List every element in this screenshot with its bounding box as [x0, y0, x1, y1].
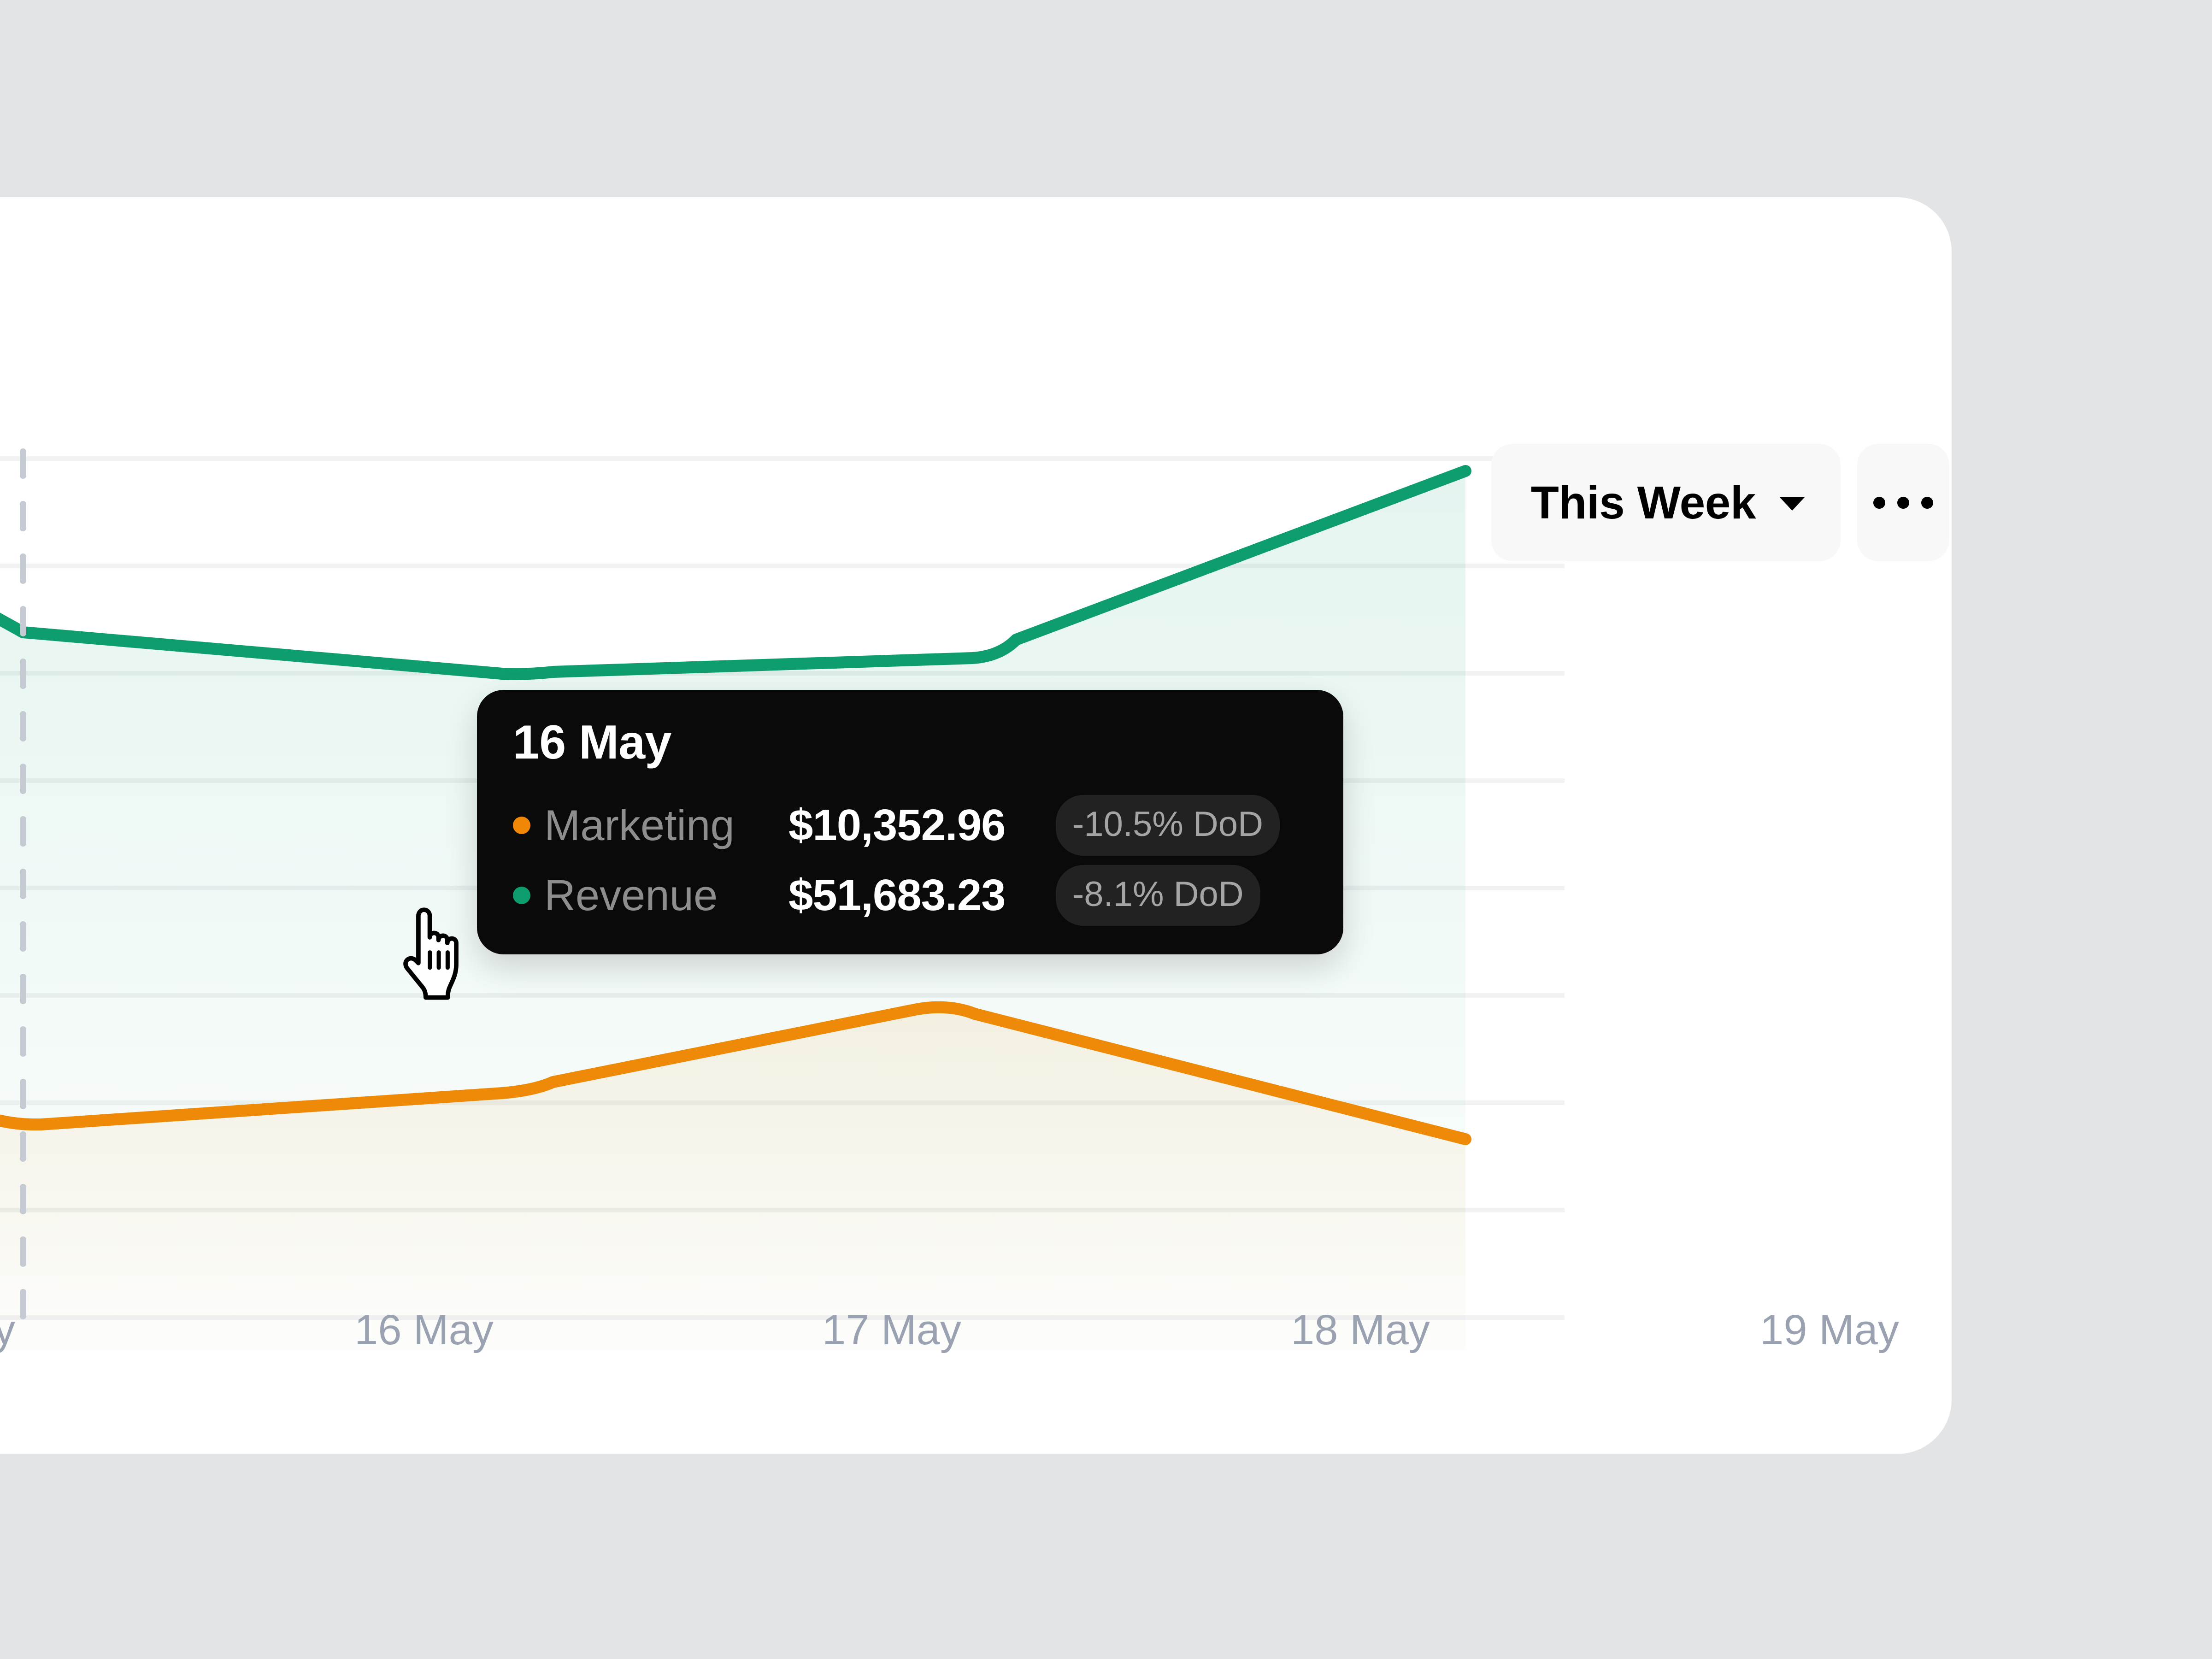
series-dot-revenue	[513, 887, 530, 904]
ellipsis-dot-2	[1897, 496, 1909, 509]
pointing-hand-cursor	[403, 907, 459, 1000]
tooltip-row-revenue: Revenue $51,683.23 -8.1% DoD	[513, 865, 1315, 926]
x-axis-tick-3: 18 May	[1291, 1306, 1430, 1353]
x-axis-tick-1: 16 May	[354, 1306, 494, 1353]
card-header-controls: This Week	[1491, 444, 1949, 561]
ellipsis-dot-3	[1921, 496, 1933, 509]
tooltip-series-value: $51,683.23	[788, 871, 1006, 920]
tooltip-series-value: $10,352.96	[788, 800, 1006, 850]
tooltip-series-name: Revenue	[544, 871, 718, 919]
more-options-button[interactable]	[1857, 444, 1949, 561]
tooltip-series-delta: -8.1% DoD	[1056, 865, 1260, 926]
date-range-label: This Week	[1530, 477, 1756, 529]
x-axis-tick-2: 17 May	[822, 1306, 961, 1353]
chevron-down-icon	[1780, 497, 1805, 511]
tooltip-rows: Marketing $10,352.96 -10.5% DoD Revenue …	[513, 795, 1315, 926]
tooltip-row-marketing: Marketing $10,352.96 -10.5% DoD	[513, 795, 1315, 856]
tooltip-series-delta: -10.5% DoD	[1056, 795, 1280, 856]
chart-tooltip: 16 May Marketing $10,352.96 -10.5% DoD R…	[477, 690, 1343, 954]
screen-root: This Week y 16 May 17 May 18 May 19 May …	[0, 0, 2212, 1659]
x-axis: y 16 May 17 May 18 May 19 May	[0, 1309, 2212, 1373]
series-dot-marketing	[513, 817, 530, 834]
date-range-dropdown[interactable]: This Week	[1491, 444, 1841, 561]
tooltip-series-name: Marketing	[544, 801, 735, 849]
x-axis-tick-4: 19 May	[1760, 1306, 1899, 1353]
tooltip-date: 16 May	[513, 716, 671, 769]
x-axis-tick-0: y	[0, 1306, 15, 1353]
ellipsis-horizontal-icon	[1873, 496, 1885, 509]
